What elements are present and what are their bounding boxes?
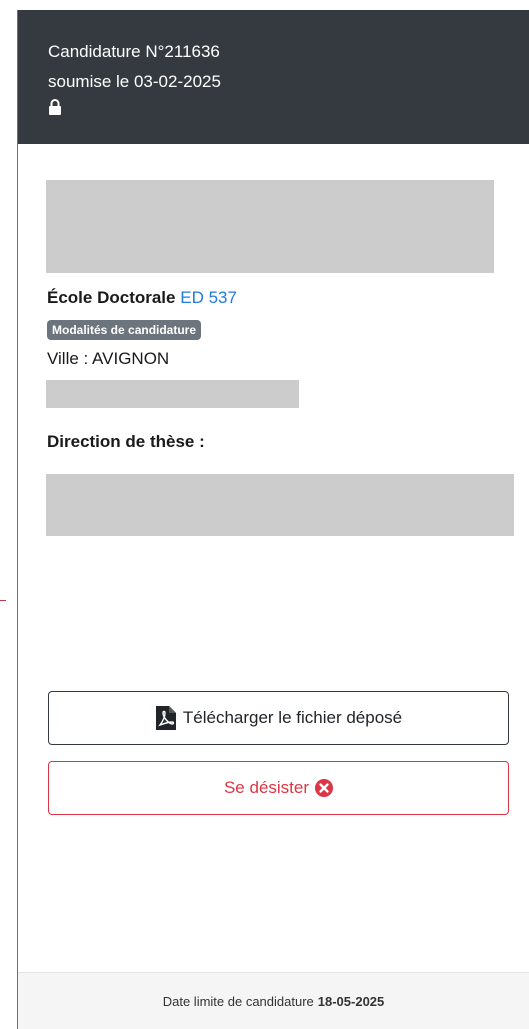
times-circle-icon [315,779,334,797]
card-header: Candidature N°211636 soumise le 03-02-20… [18,10,529,144]
application-terms-badge[interactable]: Modalités de candidature [47,320,202,340]
redacted-line [46,380,299,408]
thesis-direction-label: Direction de thèse : [47,432,205,451]
city: Ville : AVIGNON [47,349,170,368]
doctoral-school-label: École Doctorale [47,288,176,307]
withdraw-button[interactable]: Se désister [48,761,509,815]
stray-mark [0,600,6,601]
application-number: Candidature N°211636 [48,42,220,61]
doctoral-school: École Doctorale ED 537 [47,286,237,310]
submission-date: soumise le 03-02-2025 [48,72,221,91]
pdf-file-icon [155,706,176,730]
lock-icon [49,99,61,115]
redacted-block [46,180,494,273]
redacted-direction [46,474,514,536]
download-file-label: Télécharger le fichier déposé [182,708,403,727]
doctoral-school-link[interactable]: ED 537 [180,288,237,307]
application-card: Candidature N°211636 soumise le 03-02-20… [17,10,529,1029]
download-file-button[interactable]: Télécharger le fichier déposé [48,691,509,745]
withdraw-label: Se désister [223,778,310,797]
card-footer: Date limite de candidature 18-05-2025 [18,972,529,1029]
deadline-date: 18-05-2025 [317,993,385,1009]
deadline-label: Date limite de candidature [162,993,314,1009]
